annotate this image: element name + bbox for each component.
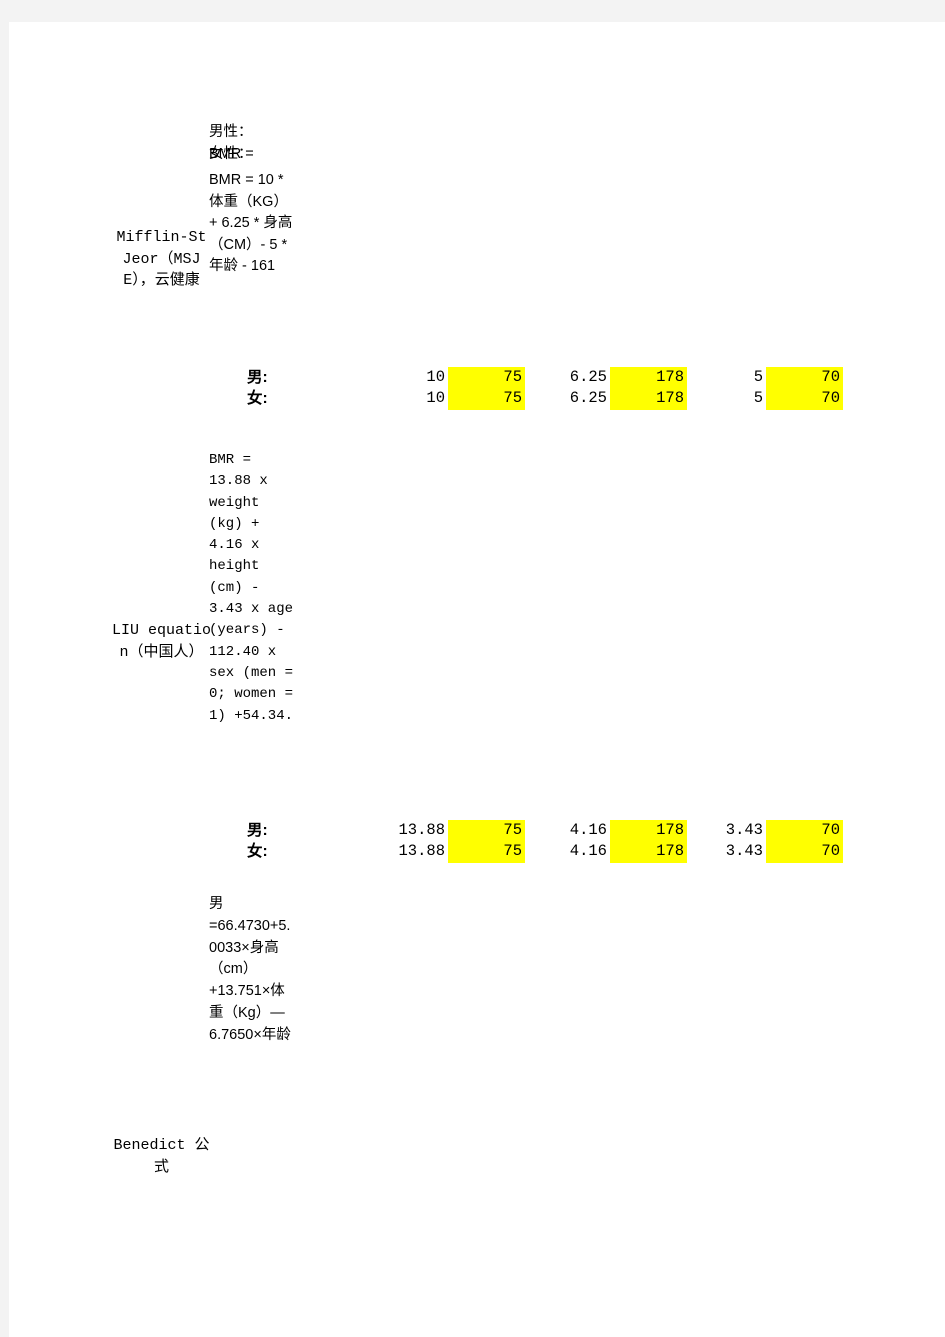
method-label-benedict[interactable]: Benedict 公式	[109, 1135, 214, 1178]
msje-row-female-coef-height[interactable]: 6.25	[550, 388, 610, 410]
spreadsheet-canvas[interactable]: Mifflin-St Jeor（MSJE），云健康 男性： 女性： BMR = …	[9, 22, 945, 1337]
liu-row-female-height[interactable]: 178	[610, 841, 687, 863]
msje-row-male-coef-height[interactable]: 6.25	[550, 367, 610, 389]
liu-row-male-age[interactable]: 70	[766, 820, 843, 842]
liu-row-male-height[interactable]: 178	[610, 820, 687, 842]
liu-row-female-weight[interactable]: 75	[448, 841, 525, 863]
msje-row-female-coef-weight[interactable]: 10	[388, 388, 448, 410]
liu-row-female-sex: 女:	[247, 843, 268, 860]
msje-formula-body[interactable]: BMR = 10 * 体重（KG）+ 6.25 * 身高（CM）- 5 * 年龄…	[209, 170, 294, 278]
method-label-liu[interactable]: LIU equation（中国人）	[109, 620, 214, 663]
method-label-msje[interactable]: Mifflin-St Jeor（MSJE），云健康	[109, 227, 214, 292]
msje-row-male-coef-age[interactable]: 5	[706, 367, 766, 389]
msje-row-female-sex: 女:	[247, 390, 268, 407]
msje-row-male-sex: 男:	[247, 369, 268, 386]
liu-row-male-coef-age[interactable]: 3.43	[706, 820, 766, 842]
liu-row-female-age[interactable]: 70	[766, 841, 843, 863]
liu-row-male-coef-height[interactable]: 4.16	[550, 820, 610, 842]
liu-formula-body[interactable]: BMR = 13.88 x weight (kg) + 4.16 x heigh…	[209, 450, 293, 727]
msje-row-male-coef-weight[interactable]: 10	[388, 367, 448, 389]
msje-male-heading: 男性：	[209, 124, 253, 140]
msje-row-male-height[interactable]: 178	[610, 367, 687, 389]
liu-row-female-coef-height[interactable]: 4.16	[550, 841, 610, 863]
liu-row-female-coef-age[interactable]: 3.43	[706, 841, 766, 863]
benedict-formula-body[interactable]: 男 =66.4730+5.0033×身高（cm）+13.751×体重（Kg）—6…	[209, 894, 291, 1047]
msje-row-male-age[interactable]: 70	[766, 367, 843, 389]
liu-row-male-weight[interactable]: 75	[448, 820, 525, 842]
liu-row-male-sex: 男:	[247, 822, 268, 839]
msje-row-female-age[interactable]: 70	[766, 388, 843, 410]
msje-bmr-overlap: BMR =	[209, 146, 254, 162]
msje-row-female-coef-age[interactable]: 5	[706, 388, 766, 410]
msje-row-female-height[interactable]: 178	[610, 388, 687, 410]
msje-row-male-weight[interactable]: 75	[448, 367, 525, 389]
liu-row-female-coef-weight[interactable]: 13.88	[388, 841, 448, 863]
msje-formula-headings[interactable]: 男性： 女性： BMR =	[209, 122, 304, 170]
msje-row-female-weight[interactable]: 75	[448, 388, 525, 410]
liu-row-male-coef-weight[interactable]: 13.88	[388, 820, 448, 842]
